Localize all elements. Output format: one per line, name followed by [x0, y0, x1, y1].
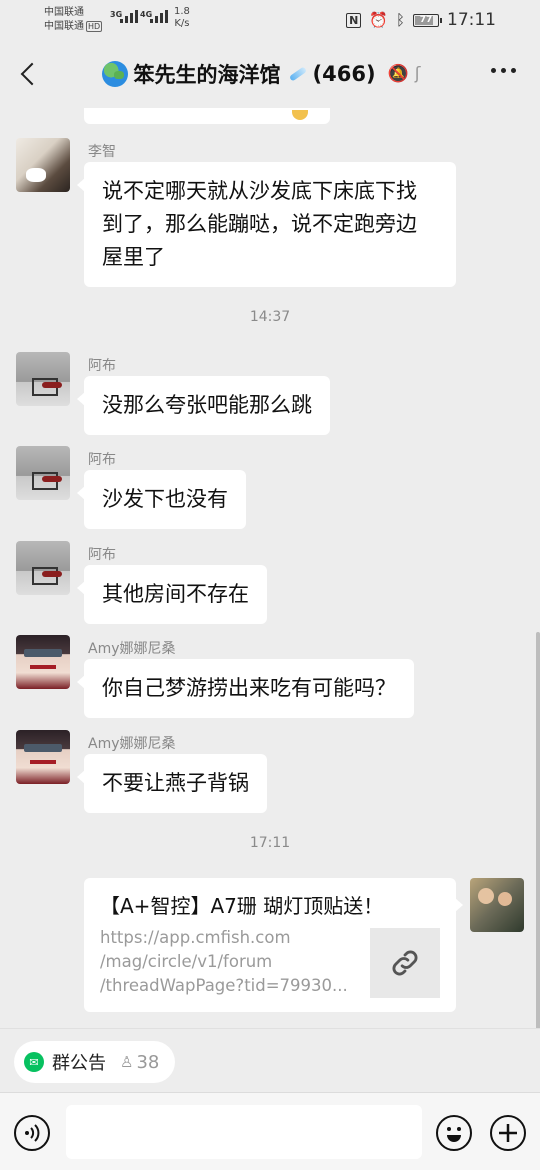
link-card-url-line: /mag/circle/v1/forum	[100, 952, 273, 971]
message-text: 你自己梦游捞出来吃有可能吗？	[102, 676, 396, 700]
message-bubble[interactable]: 没那么夸张吧能那么跳	[77, 376, 330, 435]
scrollbar[interactable]	[536, 632, 540, 1028]
message-bubble[interactable]: 说不定哪天就从沙发底下床底下找 到了，那么能蹦哒，说不定跑旁边 屋里了	[77, 162, 456, 287]
hd-badge: HD	[86, 21, 103, 32]
network-speed-unit: K/s	[174, 18, 190, 29]
message-bubble[interactable]: 其他房间不存在	[77, 565, 267, 624]
avatar[interactable]	[16, 138, 70, 192]
sender-name: 阿布	[88, 358, 116, 374]
message-input[interactable]	[66, 1105, 422, 1159]
signal-icon-2	[150, 10, 168, 23]
chat-title-group[interactable]: 笨先生的海洋馆 (466) 🔕 ʃ	[101, 59, 421, 89]
avatar[interactable]	[16, 541, 70, 595]
voice-input-button[interactable]	[14, 1115, 50, 1151]
emoji-button[interactable]	[436, 1115, 472, 1151]
chat-header: 笨先生的海洋馆 (466) 🔕 ʃ	[0, 40, 540, 108]
message-text: 没那么夸张吧能那么跳	[102, 393, 312, 417]
bluetooth-icon: ᛒ	[395, 11, 405, 29]
avatar[interactable]	[16, 730, 70, 784]
feather-icon	[288, 66, 307, 82]
sender-name: Amy娜娜尼桑	[88, 736, 176, 752]
network-speed-value: 1.8	[174, 6, 190, 17]
smile-icon	[447, 1127, 461, 1142]
chat-messages[interactable]: 李智 说不定哪天就从沙发底下床底下找 到了，那么能蹦哒，说不定跑旁边 屋里了 1…	[0, 108, 540, 1028]
carrier-1: 中国联通	[44, 7, 84, 18]
partial-message-bubble	[84, 108, 330, 124]
member-count: (466)	[312, 62, 376, 86]
input-bar	[0, 1092, 540, 1170]
carrier-2: 中国联通	[44, 21, 84, 32]
avatar[interactable]	[16, 352, 70, 406]
sender-name: 阿布	[88, 452, 116, 468]
sender-name: Amy娜娜尼桑	[88, 641, 176, 657]
more-options-button[interactable]	[491, 68, 516, 73]
battery-icon: 77	[413, 13, 442, 27]
group-notice-button[interactable]: ✉ 群公告 ♙ 38	[14, 1041, 176, 1083]
group-notice-bar: ✉ 群公告 ♙ 38	[0, 1028, 540, 1092]
link-card-title: 【A+智控】A7珊 瑚灯顶贴送！	[100, 894, 384, 918]
my-avatar[interactable]	[470, 878, 524, 932]
status-icons: N ⏰ ᛒ 77 17:11	[346, 10, 496, 30]
mute-bell-icon: 🔕	[387, 64, 409, 84]
link-card-url-line: /threadWapPage?tid=79930...	[100, 976, 348, 995]
message-bubble[interactable]: 你自己梦游捞出来吃有可能吗？	[77, 659, 414, 718]
globe-emoji-icon	[101, 61, 128, 87]
message-bubble[interactable]: 沙发下也没有	[77, 470, 246, 529]
message-text: 不要让燕子背锅	[102, 771, 249, 795]
status-bar: 中国联通 中国联通 HD 3G 4G 1.8 K/s N ⏰ ᛒ 77 17:11	[0, 0, 540, 40]
clock: 17:11	[447, 10, 496, 30]
message-text-line: 屋里了	[102, 245, 165, 269]
message-text-line: 到了，那么能蹦哒，说不定跑旁边	[102, 212, 417, 236]
more-actions-button[interactable]	[490, 1115, 526, 1151]
nfc-icon: N	[346, 12, 362, 28]
signal-icon	[120, 10, 138, 23]
notice-label: 群公告	[52, 1053, 106, 1074]
link-card-url: https://app.cmfish.com /mag/circle/v1/fo…	[100, 926, 350, 998]
network-speed: 1.8 K/s	[174, 6, 190, 30]
chat-title: 笨先生的海洋馆	[133, 63, 281, 87]
link-icon	[370, 928, 440, 998]
link-card[interactable]: 【A+智控】A7珊 瑚灯顶贴送！ https://app.cmfish.com …	[84, 878, 463, 1012]
voice-icon	[25, 1124, 40, 1142]
message-text: 其他房间不存在	[102, 582, 249, 606]
notice-icon: ✉	[24, 1052, 44, 1072]
avatar[interactable]	[16, 446, 70, 500]
battery-level: 77	[419, 14, 433, 25]
avatar[interactable]	[16, 635, 70, 689]
sender-name: 阿布	[88, 547, 116, 563]
timestamp: 17:11	[249, 835, 291, 851]
person-icon: ♙	[120, 1053, 134, 1071]
sender-name: 李智	[88, 144, 116, 160]
notice-member-count: ♙ 38	[120, 1052, 159, 1073]
message-text: 沙发下也没有	[102, 487, 228, 511]
message-text-line: 说不定哪天就从沙发底下床底下找	[102, 179, 417, 203]
back-button[interactable]	[14, 56, 46, 92]
earpiece-icon: ʃ	[414, 64, 421, 84]
timestamp: 14:37	[249, 309, 291, 325]
carrier-info: 中国联通 中国联通 HD	[44, 6, 103, 34]
message-bubble[interactable]: 不要让燕子背锅	[77, 754, 267, 813]
emoji-icon	[292, 110, 308, 120]
notice-count-value: 38	[136, 1051, 160, 1073]
plus-icon	[499, 1124, 517, 1142]
alarm-icon: ⏰	[369, 11, 388, 29]
link-card-url-line: https://app.cmfish.com	[100, 928, 291, 947]
